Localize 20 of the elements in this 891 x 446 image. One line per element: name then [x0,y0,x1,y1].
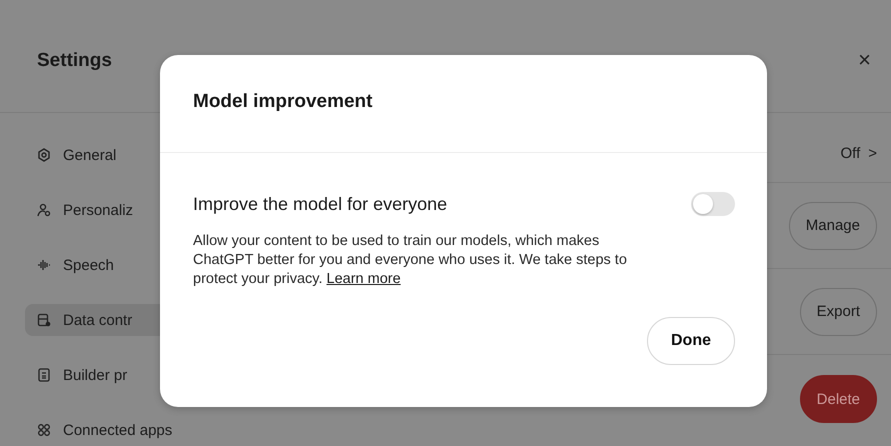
dialog-title: Model improvement [160,55,767,153]
person-icon [37,203,51,217]
done-button[interactable]: Done [647,317,735,365]
learn-more-link[interactable]: Learn more [326,271,401,287]
sidebar-item[interactable]: Builder pr [25,359,235,391]
sidebar-item[interactable]: Connected apps [25,414,235,446]
export-button[interactable]: Export [800,288,877,336]
gear-icon [37,148,51,162]
database-icon [37,313,51,327]
close-button[interactable]: × [852,46,877,72]
id-card-icon [37,368,51,382]
waveform-icon [37,258,51,272]
toggle-switch[interactable] [691,192,735,216]
delete-button[interactable]: Delete [800,375,877,423]
setting-label: Improve the model for everyone [193,194,448,214]
manage-button[interactable]: Manage [788,202,877,250]
settings-title: Settings [37,50,112,73]
description-text: Allow your content to be used to train our models, which makes ChatGPT better for you and everyone who uses it. We take steps to protect your privacy. Learn more [193,232,628,289]
apps-icon [37,423,51,437]
setting-value[interactable]: Off > [840,145,877,162]
